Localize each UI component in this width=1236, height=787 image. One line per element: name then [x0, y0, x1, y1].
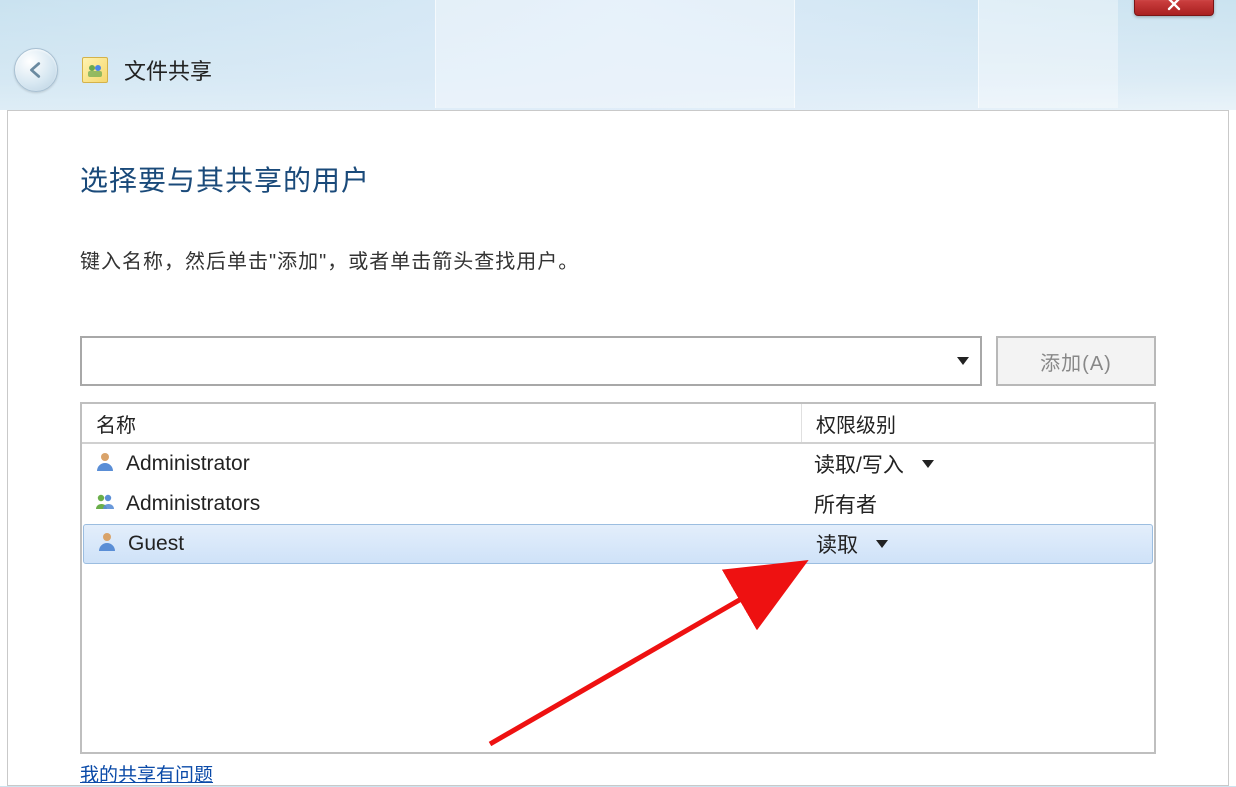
- users-group-icon: [94, 490, 116, 518]
- col-name[interactable]: 名称: [82, 404, 802, 442]
- permissions-table: 名称 权限级别 Administrator 读取/写入 Administrators…: [80, 402, 1156, 754]
- dialog-panel: 选择要与其共享的用户 键入名称，然后单击"添加"，或者单击箭头查找用户。 添加(…: [7, 110, 1229, 786]
- file-share-icon: [82, 57, 108, 83]
- dialog-subtext: 键入名称，然后单击"添加"，或者单击箭头查找用户。: [80, 245, 1156, 274]
- user-name-label: Guest: [128, 532, 184, 556]
- permission-label: 读取: [816, 529, 858, 559]
- user-combobox[interactable]: [80, 336, 982, 386]
- close-icon: [1167, 0, 1181, 11]
- add-button-label: 添加(A): [1040, 347, 1112, 376]
- add-button[interactable]: 添加(A): [996, 336, 1156, 386]
- user-dropdown-button[interactable]: [944, 338, 980, 384]
- chevron-down-icon: [922, 460, 934, 468]
- cell-name: Administrator: [82, 450, 802, 478]
- user-icon: [96, 530, 118, 558]
- permission-label: 读取/写入: [814, 449, 904, 479]
- chevron-down-icon: [876, 540, 888, 548]
- close-button[interactable]: [1134, 0, 1214, 16]
- cell-permission[interactable]: 读取/写入: [802, 449, 1154, 479]
- chevron-down-icon: [957, 357, 969, 365]
- cell-permission[interactable]: 读取: [804, 529, 1152, 559]
- window-background-panel-2: [978, 0, 1118, 108]
- dialog-title: 文件共享: [124, 54, 212, 86]
- dialog-heading: 选择要与其共享的用户: [80, 159, 1156, 199]
- dialog-header: 文件共享: [14, 48, 212, 92]
- arrow-left-icon: [25, 59, 47, 81]
- table-row[interactable]: Guest 读取: [83, 524, 1153, 564]
- col-permission[interactable]: 权限级别: [802, 404, 1154, 442]
- table-row[interactable]: Administrators 所有者: [82, 484, 1154, 524]
- back-button[interactable]: [14, 48, 58, 92]
- user-icon: [94, 450, 116, 478]
- cell-name: Guest: [84, 530, 804, 558]
- table-row[interactable]: Administrator 读取/写入: [82, 444, 1154, 484]
- cell-name: Administrators: [82, 490, 802, 518]
- table-header: 名称 权限级别: [82, 404, 1154, 444]
- table-body: Administrator 读取/写入 Administrators 所有者 Guest…: [82, 444, 1154, 752]
- user-name-label: Administrator: [126, 452, 250, 476]
- cell-permission: 所有者: [802, 489, 1154, 519]
- user-name-label: Administrators: [126, 492, 260, 516]
- help-link[interactable]: 我的共享有问题: [80, 760, 213, 787]
- user-input[interactable]: [82, 338, 944, 384]
- window-background-panel: [435, 0, 795, 108]
- permission-label: 所有者: [814, 489, 877, 519]
